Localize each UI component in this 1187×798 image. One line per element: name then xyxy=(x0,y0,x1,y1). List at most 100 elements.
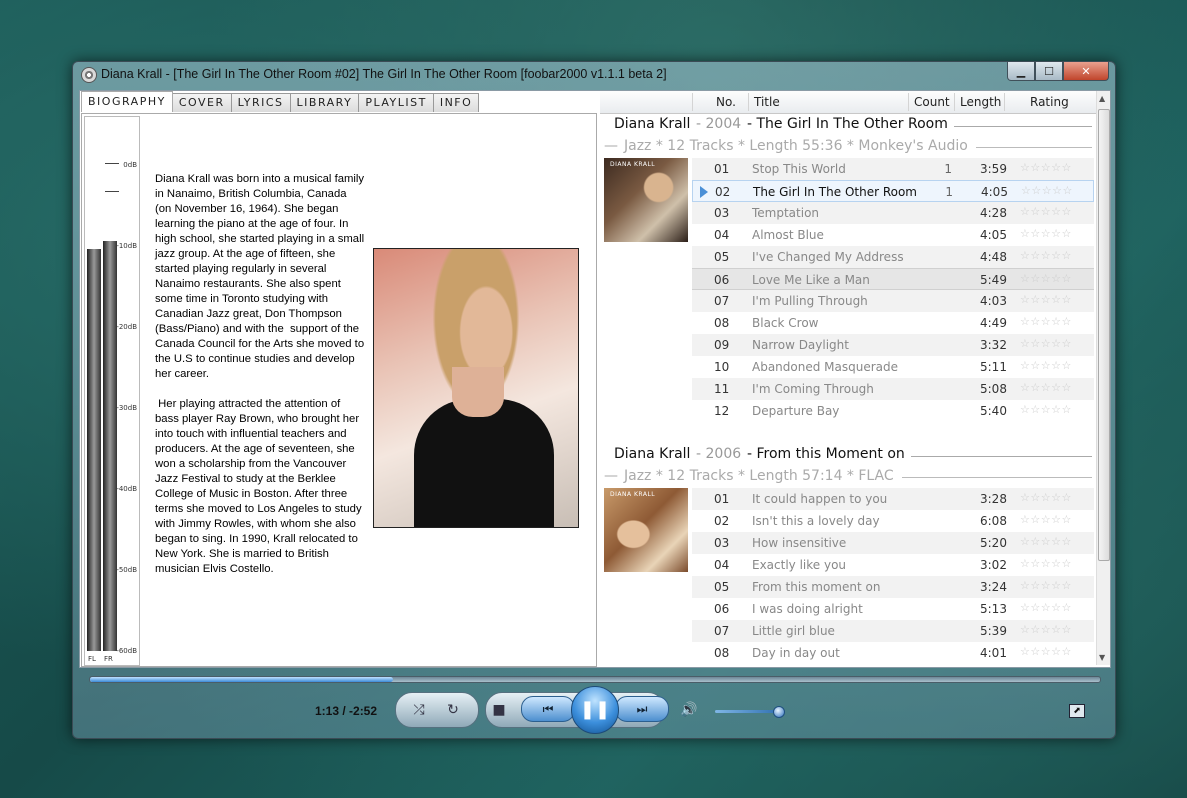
rating-stars[interactable]: ☆☆☆☆☆ xyxy=(1020,601,1072,614)
title-bar[interactable]: Diana Krall - [The Girl In The Other Roo… xyxy=(73,62,1115,88)
track-row[interactable]: 06 Love Me Like a Man 5:49 ☆☆☆☆☆ xyxy=(692,268,1094,290)
rating-stars[interactable]: ☆☆☆☆☆ xyxy=(1020,227,1072,240)
album-group-subtitle: — Jazz * 12 Tracks * Length 57:14 * FLAC xyxy=(600,466,1096,488)
volume-knob[interactable] xyxy=(773,706,785,718)
time-display: 1:13 / -2:52 xyxy=(315,704,378,718)
mini-mode-icon[interactable]: ⬈ xyxy=(1069,704,1085,718)
repeat-icon[interactable]: ↻ xyxy=(441,699,465,721)
maximize-button[interactable]: ☐ xyxy=(1035,62,1063,81)
track-row[interactable]: 02 Isn't this a lovely day 6:08 ☆☆☆☆☆ xyxy=(692,510,1094,532)
rating-stars[interactable]: ☆☆☆☆☆ xyxy=(1020,205,1072,218)
rating-stars[interactable]: ☆☆☆☆☆ xyxy=(1020,337,1072,350)
scroll-down-icon[interactable]: ▼ xyxy=(1099,653,1105,662)
tab-library[interactable]: LIBRARY xyxy=(289,93,360,112)
shuffle-icon[interactable]: ⤮ xyxy=(407,699,431,721)
volume-icon[interactable]: 🔊 xyxy=(677,699,701,721)
vu-tick: -60dB xyxy=(116,647,137,655)
minimize-button[interactable]: ▁ xyxy=(1007,62,1035,81)
previous-button[interactable]: ⏮ xyxy=(521,696,575,722)
track-number: 02 xyxy=(714,514,730,528)
track-length: 5:13 xyxy=(980,602,1007,616)
track-length: 6:08 xyxy=(980,514,1007,528)
rating-stars[interactable]: ☆☆☆☆☆ xyxy=(1021,184,1073,197)
track-number: 03 xyxy=(714,206,730,220)
scroll-thumb[interactable] xyxy=(1098,109,1110,561)
album-group-header[interactable]: Diana Krall - 2006 - From this Moment on xyxy=(600,444,1096,466)
rating-stars[interactable]: ☆☆☆☆☆ xyxy=(1020,293,1072,306)
rating-stars[interactable]: ☆☆☆☆☆ xyxy=(1020,623,1072,636)
rating-stars[interactable]: ☆☆☆☆☆ xyxy=(1020,557,1072,570)
column-no[interactable]: No. xyxy=(716,95,736,109)
track-row[interactable]: 10 Abandoned Masquerade 5:11 ☆☆☆☆☆ xyxy=(692,356,1094,378)
rating-stars[interactable]: ☆☆☆☆☆ xyxy=(1020,645,1072,658)
track-length: 3:28 xyxy=(980,492,1007,506)
track-length: 4:03 xyxy=(980,294,1007,308)
column-count[interactable]: Count xyxy=(914,95,950,109)
track-title: Narrow Daylight xyxy=(752,338,849,352)
vu-peak-fl xyxy=(105,163,119,164)
track-length: 4:49 xyxy=(980,316,1007,330)
track-row[interactable]: 03 Temptation 4:28 ☆☆☆☆☆ xyxy=(692,202,1094,224)
track-row[interactable]: 05 From this moment on 3:24 ☆☆☆☆☆ xyxy=(692,576,1094,598)
scroll-up-icon[interactable]: ▲ xyxy=(1099,94,1105,103)
track-row[interactable]: 08 Black Crow 4:49 ☆☆☆☆☆ xyxy=(692,312,1094,334)
track-row[interactable]: 07 I'm Pulling Through 4:03 ☆☆☆☆☆ xyxy=(692,290,1094,312)
rating-stars[interactable]: ☆☆☆☆☆ xyxy=(1020,315,1072,328)
track-number: 05 xyxy=(714,580,730,594)
window-title: Diana Krall - [The Girl In The Other Roo… xyxy=(101,67,667,81)
tab-strip: BIOGRAPHY COVER LYRICS LIBRARY PLAYLIST … xyxy=(81,91,480,113)
column-length[interactable]: Length xyxy=(960,95,1001,109)
rating-stars[interactable]: ☆☆☆☆☆ xyxy=(1020,579,1072,592)
track-row[interactable]: 02 The Girl In The Other Room 1 4:05 ☆☆☆☆☆ xyxy=(692,180,1094,202)
track-row[interactable]: 06 I was doing alright 5:13 ☆☆☆☆☆ xyxy=(692,598,1094,620)
track-row[interactable]: 12 Departure Bay 5:40 ☆☆☆☆☆ xyxy=(692,400,1094,422)
rating-stars[interactable]: ☆☆☆☆☆ xyxy=(1020,491,1072,504)
track-title: Temptation xyxy=(752,206,820,220)
rating-stars[interactable]: ☆☆☆☆☆ xyxy=(1020,249,1072,262)
close-button[interactable]: ✕ xyxy=(1063,62,1109,81)
track-length: 4:01 xyxy=(980,646,1007,660)
rating-stars[interactable]: ☆☆☆☆☆ xyxy=(1020,359,1072,372)
tab-playlist[interactable]: PLAYLIST xyxy=(358,93,434,112)
track-row[interactable]: 03 How insensitive 5:20 ☆☆☆☆☆ xyxy=(692,532,1094,554)
track-title: I've Changed My Address xyxy=(752,250,904,264)
vu-channel-label: FL xyxy=(88,655,96,663)
track-row[interactable]: 11 I'm Coming Through 5:08 ☆☆☆☆☆ xyxy=(692,378,1094,400)
rating-stars[interactable]: ☆☆☆☆☆ xyxy=(1020,381,1072,394)
seek-bar[interactable] xyxy=(89,676,1101,683)
track-row[interactable]: 09 Narrow Daylight 3:32 ☆☆☆☆☆ xyxy=(692,334,1094,356)
rating-stars[interactable]: ☆☆☆☆☆ xyxy=(1020,513,1072,526)
track-number: 09 xyxy=(714,338,730,352)
album-group-header[interactable]: Diana Krall - 2004 - The Girl In The Other… xyxy=(600,114,1096,136)
rating-stars[interactable]: ☆☆☆☆☆ xyxy=(1020,403,1072,416)
track-title: Almost Blue xyxy=(752,228,824,242)
column-rating[interactable]: Rating xyxy=(1030,95,1069,109)
rating-stars[interactable]: ☆☆☆☆☆ xyxy=(1020,161,1072,174)
track-row[interactable]: 01 It could happen to you 3:28 ☆☆☆☆☆ xyxy=(692,488,1094,510)
rating-stars[interactable]: ☆☆☆☆☆ xyxy=(1020,272,1072,285)
tab-cover[interactable]: COVER xyxy=(171,93,232,112)
play-count: 1 xyxy=(944,162,952,176)
track-row[interactable]: 08 Day in day out 4:01 ☆☆☆☆☆ xyxy=(692,642,1094,664)
tab-lyrics[interactable]: LYRICS xyxy=(230,93,291,112)
tab-info[interactable]: INFO xyxy=(432,93,480,112)
track-row[interactable]: 05 I've Changed My Address 4:48 ☆☆☆☆☆ xyxy=(692,246,1094,268)
play-pause-button[interactable]: ❚❚ xyxy=(571,686,619,734)
track-row[interactable]: 01 Stop This World 1 3:59 ☆☆☆☆☆ xyxy=(692,158,1094,180)
track-number: 06 xyxy=(714,602,730,616)
next-button[interactable]: ⏭ xyxy=(615,696,669,722)
track-row[interactable]: 07 Little girl blue 5:39 ☆☆☆☆☆ xyxy=(692,620,1094,642)
rating-stars[interactable]: ☆☆☆☆☆ xyxy=(1020,535,1072,548)
track-row[interactable]: 04 Almost Blue 4:05 ☆☆☆☆☆ xyxy=(692,224,1094,246)
volume-slider[interactable] xyxy=(715,710,781,713)
column-title[interactable]: Title xyxy=(754,95,780,109)
track-number: 01 xyxy=(714,162,730,176)
subtitle-divider xyxy=(902,477,1092,478)
player-window: Diana Krall - [The Girl In The Other Roo… xyxy=(72,61,1116,739)
track-length: 4:05 xyxy=(980,228,1007,242)
track-row[interactable]: 04 Exactly like you 3:02 ☆☆☆☆☆ xyxy=(692,554,1094,576)
playlist-scrollbar[interactable]: ▲ ▼ xyxy=(1096,91,1110,665)
tab-biography[interactable]: BIOGRAPHY xyxy=(81,91,173,112)
track-length: 5:20 xyxy=(980,536,1007,550)
stop-button[interactable]: ■ xyxy=(487,699,511,721)
